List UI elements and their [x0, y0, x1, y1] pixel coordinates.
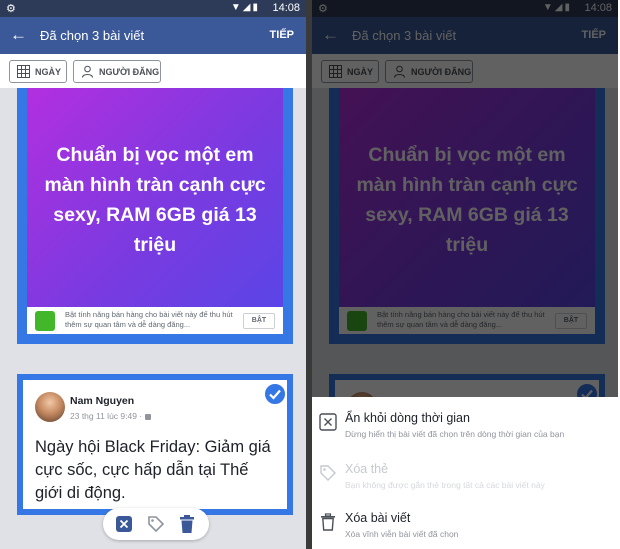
sell-feature-promo: Bật tính năng bán hàng cho bài viết này … — [27, 307, 283, 334]
post-meta: 23 thg 11 lúc 9:49 · — [70, 411, 152, 421]
filter-bar: NGÀY NGƯỜI ĐĂNG — [0, 54, 306, 88]
tag-icon[interactable] — [147, 515, 165, 533]
person-icon — [82, 65, 93, 78]
bulk-action-bar — [103, 508, 209, 540]
option-subtitle: Dừng hiển thị bài viết đã chọn trên dòng… — [345, 429, 565, 439]
post-timestamp: 23 thg 11 lúc 9:49 · — [70, 411, 143, 421]
selected-post-card[interactable]: Chuẩn bị vọc một em màn hình tràn cạnh c… — [17, 88, 293, 344]
poster-filter-label: NGƯỜI ĐĂNG — [99, 67, 160, 77]
hide-from-timeline-option[interactable]: Ẩn khỏi dòng thời gian Dừng hiển thị bài… — [312, 405, 618, 453]
avatar[interactable] — [35, 392, 65, 422]
trash-icon[interactable] — [179, 515, 195, 533]
option-title: Xóa bài viết — [345, 511, 411, 525]
hide-box-icon[interactable] — [116, 516, 132, 532]
tag-icon — [320, 465, 336, 481]
enable-button[interactable]: BẬT — [243, 313, 275, 329]
status-time: 14:08 — [272, 2, 300, 14]
check-circle-icon[interactable] — [263, 382, 287, 406]
option-subtitle: Bạn không được gắn thẻ trong tất cả các … — [345, 480, 545, 490]
back-arrow-icon[interactable]: ← — [10, 25, 27, 45]
hide-box-icon — [319, 413, 337, 431]
status-bar: ⚙ ▼◢▮ 14:08 — [0, 0, 306, 17]
calendar-grid-icon — [17, 65, 30, 78]
left-screen: ⚙ ▼◢▮ 14:08 ← Đã chọn 3 bài viết TIẾP NG… — [0, 0, 306, 549]
banner-text: Chuẩn bị vọc một em màn hình tràn cạnh c… — [44, 144, 266, 256]
post-banner-image: Chuẩn bị vọc một em màn hình tràn cạnh c… — [27, 88, 283, 308]
app-bar: ← Đã chọn 3 bài viết TIẾP — [0, 17, 306, 54]
post-content: Nam Nguyen 23 thg 11 lúc 9:49 · Ngày hội… — [23, 380, 287, 509]
trash-icon — [321, 513, 335, 531]
signal-battery-icons: ▼◢▮ — [230, 2, 260, 13]
page-title: Đã chọn 3 bài viết — [40, 28, 145, 43]
selected-post-card[interactable]: Nam Nguyen 23 thg 11 lúc 9:49 · Ngày hội… — [17, 374, 293, 515]
option-subtitle: Xóa vĩnh viễn bài viết đã chọn — [345, 529, 459, 539]
next-button[interactable]: TIẾP — [270, 29, 294, 41]
post-body: Ngày hội Black Friday: Giảm giá cực sốc,… — [35, 438, 271, 502]
option-title: Xóa thẻ — [345, 462, 389, 476]
right-screen: ⚙ ▼◢▮ 14:08 ← Đã chọn 3 bài viết TIẾP NG… — [312, 0, 618, 549]
post-author[interactable]: Nam Nguyen — [70, 395, 134, 407]
date-filter-label: NGÀY — [35, 67, 62, 77]
price-tag-icon — [35, 311, 55, 331]
delete-posts-option[interactable]: Xóa bài viết Xóa vĩnh viễn bài viết đã c… — [312, 505, 618, 549]
option-title: Ẩn khỏi dòng thời gian — [345, 411, 470, 425]
privacy-lock-icon — [145, 413, 152, 420]
poster-filter-button[interactable]: NGƯỜI ĐĂNG — [73, 60, 161, 83]
remove-tag-option: Xóa thẻ Bạn không được gắn thẻ trong tất… — [312, 456, 618, 504]
date-filter-button[interactable]: NGÀY — [9, 60, 67, 83]
settings-status-icon: ⚙ — [6, 3, 16, 15]
action-bottom-sheet: Ẩn khỏi dòng thời gian Dừng hiển thị bài… — [312, 397, 618, 549]
promo-text: Bật tính năng bán hàng cho bài viết này … — [65, 310, 233, 329]
